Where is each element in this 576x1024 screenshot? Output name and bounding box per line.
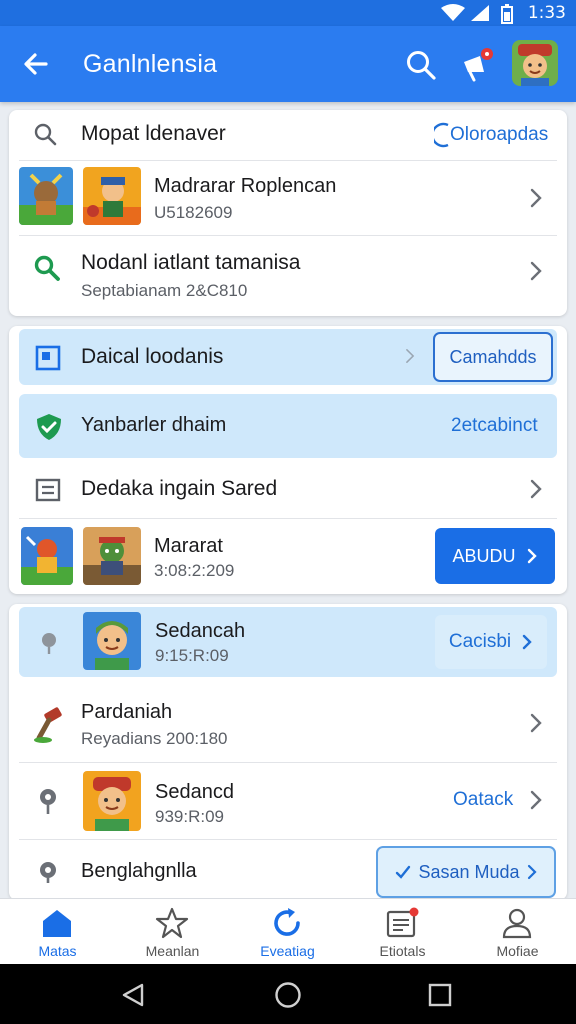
home-circle-icon[interactable] bbox=[274, 981, 302, 1009]
status-bar: 1:33 bbox=[0, 0, 576, 26]
list-item[interactable]: Sedancd 939:R:09 Oatack bbox=[9, 763, 567, 839]
list-item-highlighted[interactable]: Yanbarler dhaim 2etcabinct bbox=[19, 394, 557, 458]
primary-action-button[interactable]: ABUDU bbox=[435, 528, 555, 584]
search-icon bbox=[34, 123, 57, 146]
arrow-left-icon[interactable] bbox=[20, 48, 52, 80]
list-item-subtitle: 9:15:R:09 bbox=[155, 646, 229, 665]
list-item-title: Pardaniah bbox=[81, 701, 173, 723]
search-action-button[interactable]: Oloroapdas bbox=[434, 122, 548, 148]
search-action-label: Oloroapdas bbox=[450, 124, 549, 145]
nav-label: Eveatiag bbox=[260, 943, 315, 959]
list-item-subtitle: Reyadians 200:180 bbox=[81, 729, 228, 748]
list-item-subtitle: 939:R:09 bbox=[155, 807, 224, 826]
button-label: ABUDU bbox=[452, 545, 516, 566]
list-item-subtitle: U5182609 bbox=[154, 203, 233, 222]
list-item[interactable]: Madrarar Roplencan U5182609 bbox=[9, 161, 567, 235]
list-item-title: Daical loodanis bbox=[81, 345, 224, 368]
list-item-subtitle: 3:08:2:209 bbox=[154, 561, 235, 580]
chevron-right-icon bbox=[530, 261, 542, 281]
wifi-icon bbox=[441, 4, 465, 21]
button-label: Sasan Muda bbox=[418, 861, 520, 882]
list-item-action-pill[interactable]: Cacisbi bbox=[435, 615, 547, 669]
list-item-action: Cacisbi bbox=[448, 631, 512, 652]
document-icon bbox=[35, 478, 61, 502]
chevron-right-icon bbox=[527, 864, 537, 880]
battery-icon bbox=[501, 4, 513, 24]
hammer-icon bbox=[34, 707, 62, 743]
chevron-right-icon bbox=[530, 188, 542, 208]
chevron-right-icon bbox=[527, 548, 537, 564]
circle-icon bbox=[434, 122, 449, 148]
list-icon bbox=[386, 907, 419, 938]
list-item[interactable]: Pardaniah Reyadians 200:180 bbox=[9, 686, 567, 762]
save-mode-button[interactable]: Sasan Muda bbox=[376, 846, 556, 898]
list-item[interactable]: Benglahgnlla Sasan Muda bbox=[9, 840, 567, 900]
nav-item-lists[interactable]: Etiotals bbox=[345, 899, 460, 965]
megaphone-icon[interactable] bbox=[458, 46, 498, 86]
bottom-navigation: Matas Meanlan Eveatiag Etiotals Mofiae bbox=[0, 898, 576, 964]
list-item-title: Mararat bbox=[154, 535, 223, 557]
game-thumbnail bbox=[21, 527, 73, 585]
status-time: 1:33 bbox=[527, 3, 566, 23]
chevron-right-icon bbox=[530, 790, 542, 810]
nav-item-home[interactable]: Matas bbox=[0, 899, 115, 965]
check-icon bbox=[396, 865, 411, 879]
search-icon bbox=[34, 255, 60, 281]
list-item-action[interactable]: Oatack bbox=[453, 789, 513, 811]
recent-card: Mopat ldenaver Oloroapdas Madrarar Rople… bbox=[9, 110, 567, 316]
list-item-subtitle: Septabianam 2&C810 bbox=[81, 281, 248, 300]
location-pin-icon bbox=[42, 633, 56, 654]
avatar[interactable] bbox=[512, 40, 558, 86]
players-card: Sedancah 9:15:R:09 Cacisbi Pardaniah Rey… bbox=[9, 604, 567, 900]
list-item-action[interactable]: 2etcabinct bbox=[451, 415, 538, 437]
avatar bbox=[83, 612, 141, 670]
nav-label: Mofiae bbox=[496, 943, 539, 959]
chevron-right-icon bbox=[530, 479, 542, 499]
chevron-right-icon bbox=[530, 713, 542, 733]
app-bar: Ganlnlensia bbox=[0, 26, 576, 102]
list-item[interactable]: Nodanl iatlant tamanisa Septabianam 2&C8… bbox=[9, 236, 567, 314]
search-icon[interactable] bbox=[404, 48, 438, 82]
game-thumbnail bbox=[83, 167, 141, 225]
list-item-title: Sedancah bbox=[155, 620, 246, 642]
back-triangle-icon[interactable] bbox=[120, 982, 146, 1008]
nav-label: Meanlan bbox=[145, 943, 200, 959]
list-item[interactable]: Mararat 3:08:2:209 ABUDU bbox=[9, 519, 567, 593]
signal-icon bbox=[471, 5, 489, 21]
nav-item-favorites[interactable]: Meanlan bbox=[115, 899, 230, 965]
list-item-title: Benglahgnlla bbox=[81, 860, 197, 882]
page-title: Ganlnlensia bbox=[83, 50, 218, 78]
person-icon bbox=[502, 908, 532, 939]
nav-label: Etiotals bbox=[379, 943, 426, 959]
system-navigation-bar bbox=[0, 964, 576, 1024]
avatar bbox=[83, 771, 141, 831]
list-item-highlighted[interactable]: Sedancah 9:15:R:09 Cacisbi bbox=[19, 607, 557, 677]
list-item-title: Nodanl iatlant tamanisa bbox=[81, 251, 301, 274]
game-thumbnail bbox=[19, 167, 73, 225]
home-icon bbox=[43, 910, 71, 937]
list-item-title: Yanbarler dhaim bbox=[81, 414, 227, 436]
chevron-right-icon bbox=[406, 349, 415, 363]
nav-item-profile[interactable]: Mofiae bbox=[460, 899, 575, 965]
list-item-title: Dedaka ingain Sared bbox=[81, 477, 278, 500]
commands-button[interactable]: Camahdds bbox=[433, 332, 553, 382]
game-thumbnail bbox=[83, 527, 141, 585]
list-item-title: Sedancd bbox=[155, 781, 234, 803]
save-icon bbox=[35, 345, 61, 371]
chevron-right-icon bbox=[522, 634, 532, 650]
downloads-card: Daical loodanis Camahdds Yanbarler dhaim… bbox=[9, 326, 567, 594]
nav-item-refresh[interactable]: Eveatiag bbox=[230, 899, 345, 965]
nav-label: Matas bbox=[38, 943, 77, 959]
recents-square-icon[interactable] bbox=[428, 983, 452, 1007]
list-item-highlighted[interactable]: Daical loodanis Camahdds bbox=[19, 329, 557, 385]
search-input[interactable]: Mopat ldenaver bbox=[81, 122, 226, 146]
star-icon bbox=[155, 907, 189, 939]
location-pin-icon bbox=[40, 862, 56, 883]
refresh-icon bbox=[274, 908, 300, 936]
location-pin-icon bbox=[40, 789, 56, 814]
shield-check-icon bbox=[37, 414, 61, 440]
list-item[interactable]: Dedaka ingain Sared bbox=[9, 460, 567, 518]
list-item-title: Madrarar Roplencan bbox=[154, 175, 337, 197]
